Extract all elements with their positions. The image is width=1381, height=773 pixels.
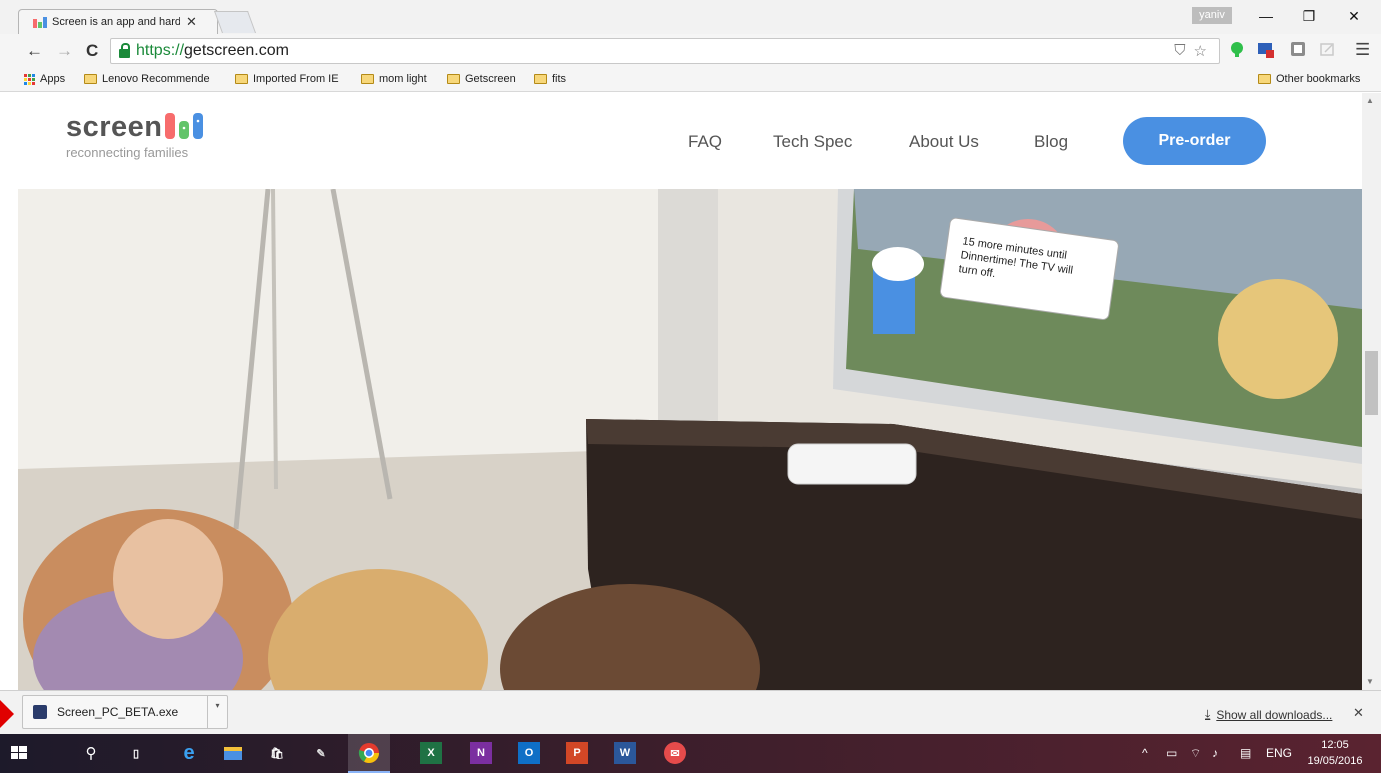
tray-volume-icon[interactable]: ♪ [1212, 746, 1218, 760]
tray-battery-icon[interactable]: ▭ [1166, 746, 1177, 760]
bookmark-getscreen-folder[interactable]: Getscreen [447, 73, 516, 85]
clock-time: 12:05 [1321, 739, 1349, 751]
folder-icon [235, 74, 248, 84]
shield-icon[interactable]: ⛉ [1174, 42, 1185, 60]
bookmark-label: Imported From IE [253, 73, 339, 85]
site-logo-icon [165, 113, 203, 139]
restore-icon[interactable]: ❐ [1294, 8, 1324, 25]
tab-title: Screen is an app and hard [52, 16, 180, 28]
bookmarks-bar: Apps Lenovo Recommende Imported From IE … [0, 68, 1381, 92]
chrome-icon[interactable] [358, 742, 380, 764]
site-favicon-icon [33, 16, 47, 28]
profile-badge[interactable]: yaniv [1192, 7, 1232, 24]
web-page-viewport: screen reconnecting families FAQ Tech Sp… [0, 93, 1362, 690]
pre-order-button[interactable]: Pre-order [1123, 117, 1266, 165]
other-bookmarks-folder[interactable]: Other bookmarks [1258, 73, 1360, 85]
bookmark-imported-folder[interactable]: Imported From IE [235, 73, 339, 85]
scroll-up-arrow-icon[interactable]: ▲ [1366, 96, 1374, 105]
taskbar-clock[interactable]: 12:05 19/05/2016 [1305, 737, 1365, 769]
outlook-icon[interactable]: O [518, 742, 540, 764]
bookmark-apps[interactable]: Apps [24, 73, 65, 85]
nav-about-us[interactable]: About Us [909, 132, 979, 152]
tray-notification-icon[interactable]: ▤ [1240, 746, 1251, 760]
onenote-icon[interactable]: N [470, 742, 492, 764]
folder-icon [84, 74, 97, 84]
browser-titlebar: Screen is an app and hard ✕ yaniv — ❐ ✕ [0, 0, 1381, 34]
window-close-icon[interactable]: ✕ [1339, 8, 1369, 25]
bookmark-label: mom light [379, 73, 427, 85]
download-arrow-icon: ⤓ [1205, 707, 1211, 721]
bookmark-lenovo-folder[interactable]: Lenovo Recommende [84, 73, 222, 85]
excel-icon[interactable]: X [420, 742, 442, 764]
tab-close-icon[interactable]: ✕ [186, 14, 197, 30]
download-options-chevron-icon[interactable]: ▾ [207, 696, 227, 728]
tray-wifi-icon[interactable]: ⌔ [1190, 746, 1201, 761]
scrollbar-thumb[interactable] [1365, 351, 1378, 415]
word-icon[interactable]: W [614, 742, 636, 764]
green-extension-icon[interactable] [1228, 40, 1246, 58]
url-scheme: https:// [136, 42, 185, 59]
bookmark-label: fits [552, 73, 567, 85]
folder-icon [447, 74, 460, 84]
page-scrollbar[interactable]: ▲ ▼ [1362, 93, 1381, 690]
bookmark-label: Lenovo Recommende [102, 73, 210, 85]
show-all-downloads-link[interactable]: ⤓ Show all downloads... [1205, 707, 1332, 722]
scroll-down-arrow-icon[interactable]: ▼ [1366, 677, 1374, 686]
browser-tab-active[interactable]: Screen is an app and hard ✕ [18, 9, 218, 34]
bookmark-label: Apps [40, 73, 66, 85]
store-icon[interactable]: 🛍 [266, 742, 288, 764]
site-logo-tagline: reconnecting families [66, 145, 189, 160]
bookmark-star-icon[interactable]: ☆ [1194, 42, 1207, 60]
bookmark-mom-light-folder[interactable]: mom light [361, 73, 427, 85]
windows-start-icon[interactable] [8, 742, 30, 764]
lock-icon [119, 43, 130, 58]
clock-date: 19/05/2016 [1307, 755, 1363, 767]
download-shelf: Screen_PC_BETA.exe ▾ ⤓ Show all download… [0, 690, 1381, 734]
apps-grid-icon [24, 73, 35, 85]
nav-tech-spec[interactable]: Tech Spec [773, 132, 852, 152]
address-bar[interactable]: https:// getscreen.com ⛉ ☆ [110, 38, 1220, 64]
task-view-icon[interactable]: ▯ [125, 742, 147, 764]
mail-app-icon[interactable]: ✉ [664, 742, 686, 764]
bookmark-label: Other bookmarks [1276, 73, 1361, 85]
download-file-name: Screen_PC_BETA.exe [57, 705, 179, 719]
browser-toolbar: ← → C https:// getscreen.com ⛉ ☆ [0, 34, 1381, 68]
annotation-arrow [0, 700, 14, 728]
windows-taskbar: ⚲ ▯ e 🛍 ✎ X N O P W ✉ ^ ▭ ⌔ ♪ ▤ ENG 12:0… [0, 734, 1381, 773]
edit-extension-icon[interactable] [1318, 40, 1336, 58]
download-item[interactable]: Screen_PC_BETA.exe ▾ [22, 695, 228, 729]
tray-language[interactable]: ENG [1266, 746, 1292, 760]
chrome-menu-icon[interactable]: ☰ [1355, 40, 1370, 60]
site-logo-wordmark[interactable]: screen [66, 111, 163, 144]
exe-file-icon [33, 705, 47, 719]
gray-extension-icon[interactable] [1289, 40, 1307, 58]
powerpoint-icon[interactable]: P [566, 742, 588, 764]
tray-chevron-up-icon[interactable]: ^ [1142, 746, 1148, 760]
bookmark-fits-folder[interactable]: fits [534, 73, 566, 85]
hero-image: 15 more minutes until Dinnertime! The TV… [18, 189, 1362, 690]
file-explorer-icon[interactable] [222, 742, 244, 764]
minimize-icon[interactable]: — [1251, 8, 1281, 24]
site-header: screen reconnecting families FAQ Tech Sp… [0, 93, 1362, 189]
reload-icon[interactable]: C [86, 41, 98, 61]
bookmark-label: Getscreen [465, 73, 516, 85]
show-all-downloads-label: Show all downloads... [1216, 707, 1333, 722]
search-icon[interactable]: ⚲ [80, 742, 102, 764]
url-host: getscreen.com [184, 42, 289, 59]
download-shelf-close-icon[interactable]: ✕ [1353, 705, 1364, 721]
folder-icon [534, 74, 547, 84]
new-tab-button[interactable] [213, 11, 257, 33]
forward-arrow-icon[interactable]: → [56, 41, 73, 61]
edge-browser-icon[interactable]: e [178, 742, 200, 764]
folder-icon [1258, 74, 1271, 84]
nav-blog[interactable]: Blog [1034, 132, 1068, 152]
nav-faq[interactable]: FAQ [688, 132, 722, 152]
pen-app-icon[interactable]: ✎ [310, 742, 332, 764]
back-arrow-icon[interactable]: ← [26, 41, 43, 61]
blue-extension-icon[interactable] [1257, 40, 1275, 58]
folder-icon [361, 74, 374, 84]
